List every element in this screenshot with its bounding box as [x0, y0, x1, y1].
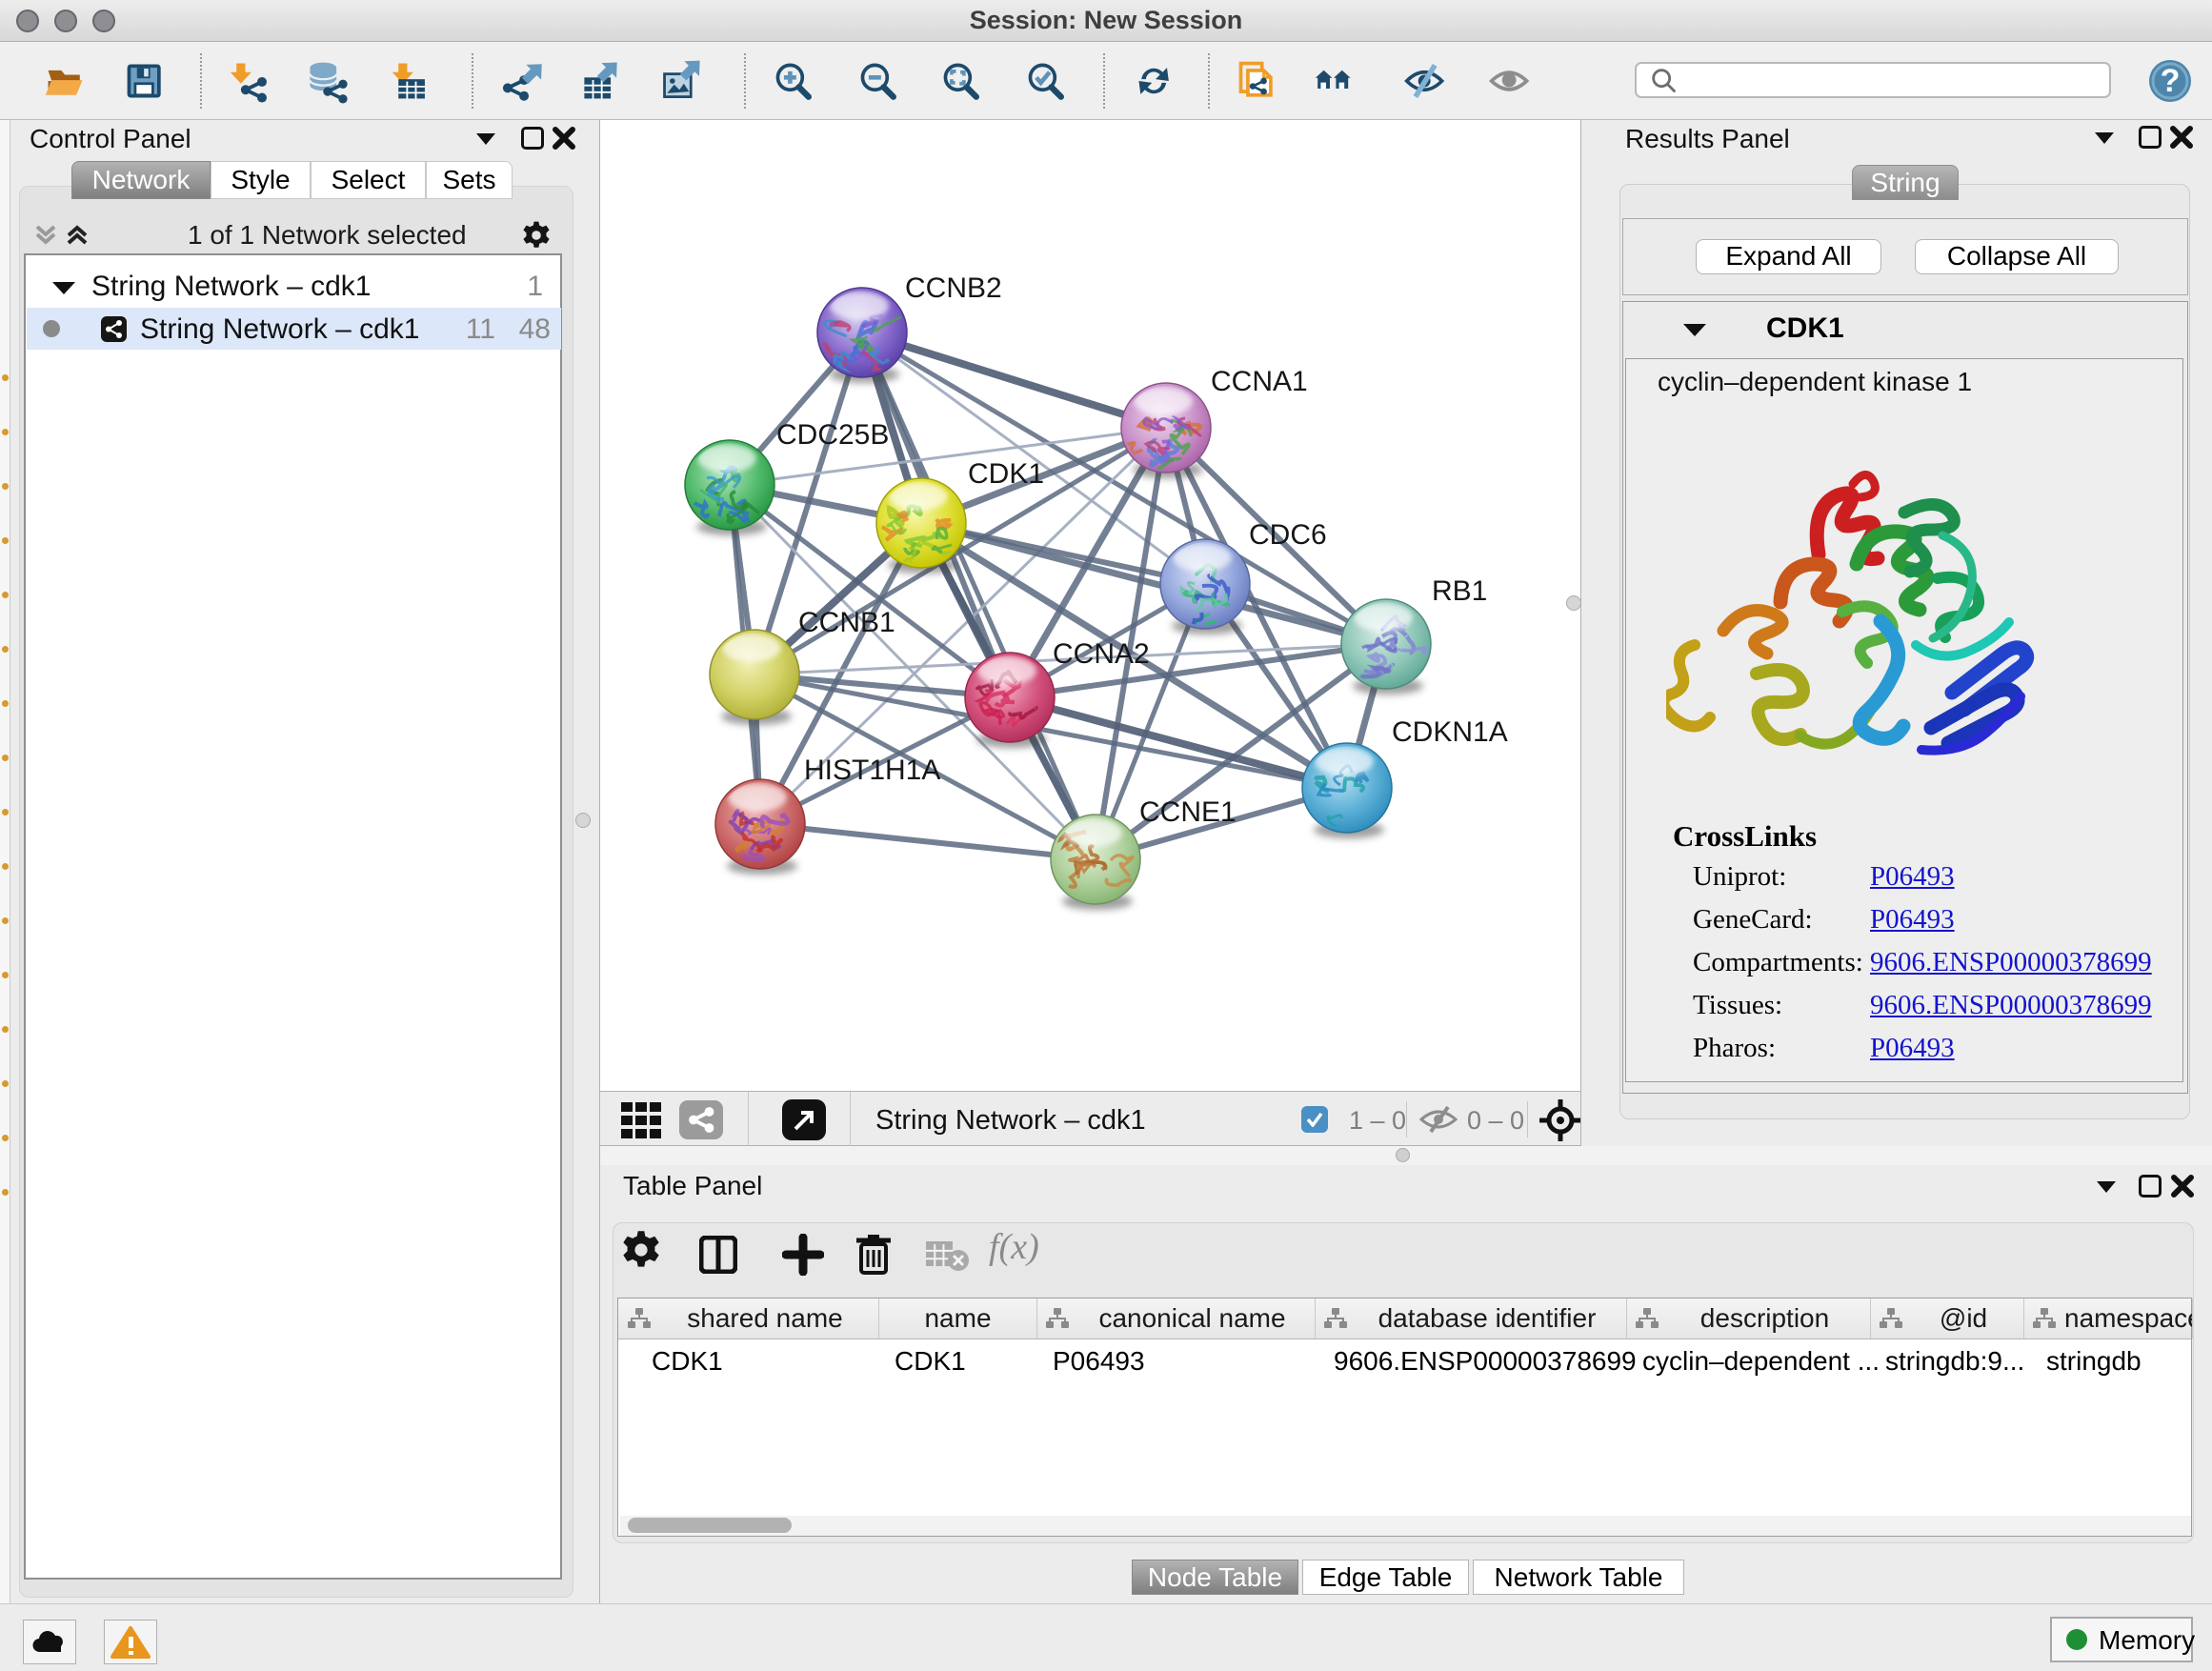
svg-text:CDK1: CDK1 [968, 458, 1044, 490]
svg-text:HIST1H1A: HIST1H1A [804, 755, 940, 786]
svg-text:CDC6: CDC6 [1249, 519, 1327, 551]
svg-text:CCNB1: CCNB1 [798, 607, 895, 638]
svg-text:CCNA2: CCNA2 [1053, 638, 1150, 670]
svg-text:RB1: RB1 [1432, 575, 1487, 607]
svg-text:CCNB2: CCNB2 [905, 272, 1002, 304]
svg-text:CCNA1: CCNA1 [1211, 366, 1308, 397]
svg-text:CCNE1: CCNE1 [1139, 796, 1237, 828]
svg-text:CDC25B: CDC25B [776, 419, 889, 451]
svg-text:?: ? [2161, 63, 2181, 99]
svg-text:CDKN1A: CDKN1A [1392, 716, 1508, 748]
